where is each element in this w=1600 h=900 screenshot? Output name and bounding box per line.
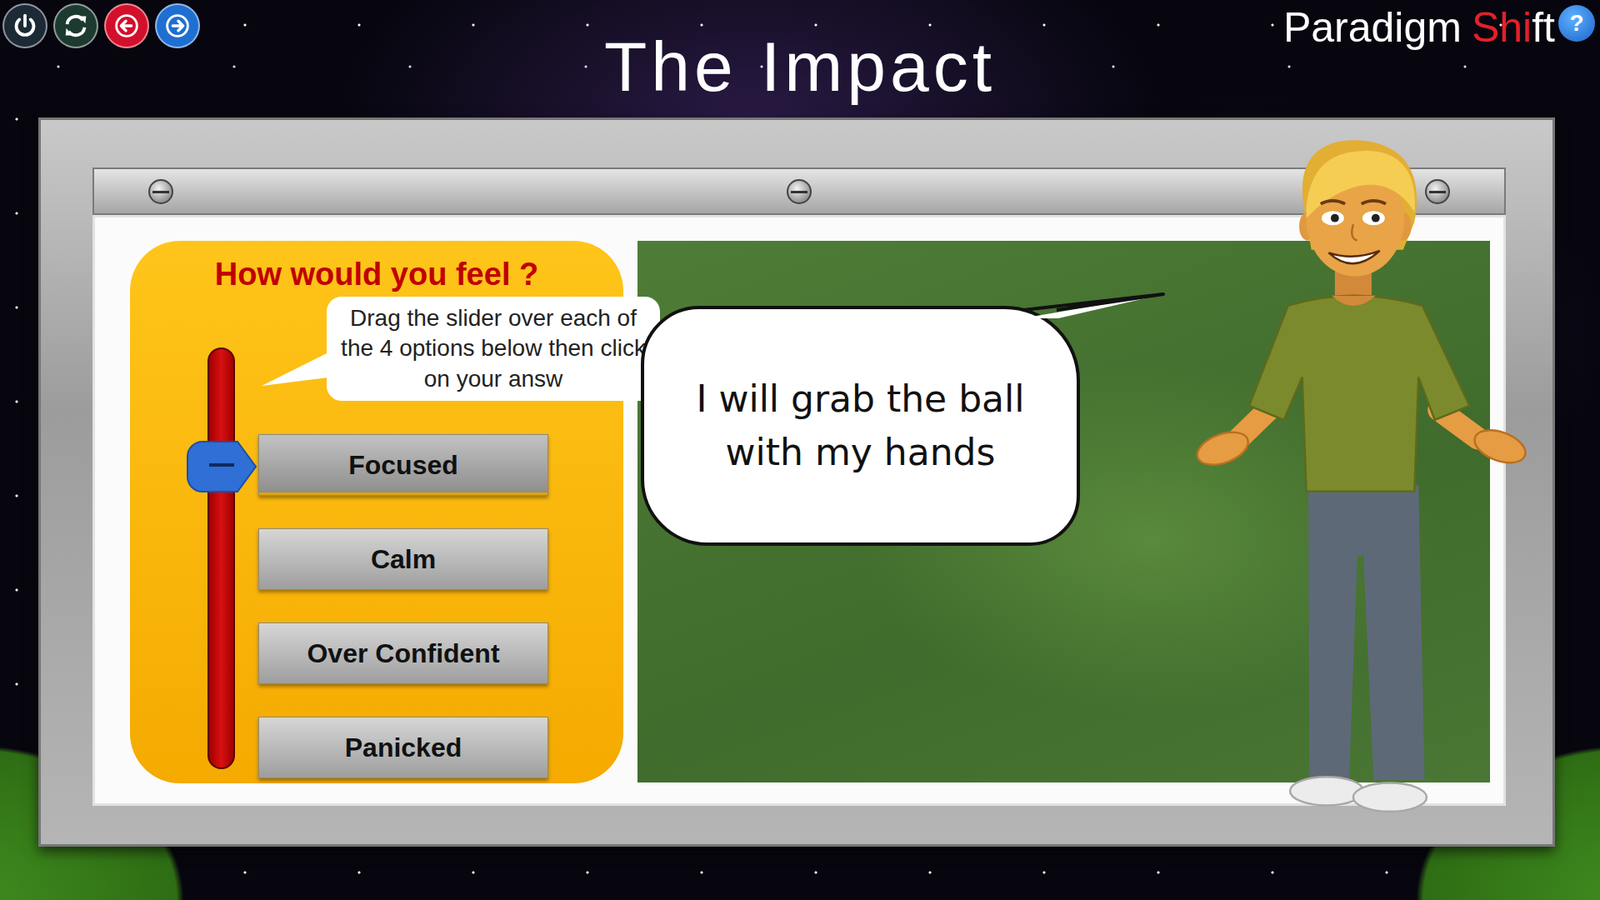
board-top-bar (92, 167, 1506, 215)
refresh-button[interactable] (53, 3, 99, 49)
option-button[interactable]: Focused (258, 434, 549, 496)
speech-bubble: I will grab the ball with my hands (640, 305, 1080, 546)
back-button[interactable] (104, 3, 150, 49)
screen: The Impact ParadigmShift How would you fee… (0, 0, 1600, 900)
forward-button[interactable] (155, 3, 200, 49)
screw-icon (786, 179, 812, 205)
option-button[interactable]: Calm (258, 528, 549, 590)
question-body: Focused Calm Over Confident Panicked (130, 347, 624, 779)
option-button[interactable]: Panicked (258, 716, 549, 779)
screw-icon (1425, 179, 1450, 205)
slider-handle-icon (185, 440, 258, 494)
hint-tail-icon (261, 348, 329, 390)
slider-track[interactable] (207, 347, 235, 770)
page-title: The Impact (604, 31, 996, 102)
forward-arrow-icon (161, 10, 194, 42)
question-panel: How would you feel ?Drag the slider over… (130, 240, 624, 784)
screw-icon (148, 179, 174, 205)
back-arrow-icon (110, 10, 143, 42)
nav-bar (0, 0, 605, 49)
logo: ParadigmShift (1283, 5, 1555, 51)
option-button[interactable]: Over Confident (258, 622, 549, 685)
question-heading: How would you feel ? (130, 255, 624, 293)
header: The Impact ParadigmShift (0, 0, 1600, 118)
slider-handle[interactable] (185, 440, 258, 494)
hint-bubble: Drag the slider over each of the 4 optio… (326, 296, 660, 401)
help-button[interactable]: ? (1558, 5, 1595, 42)
presenter-character-icon (1194, 137, 1541, 826)
option-list: Focused Calm Over Confident Panicked (258, 347, 549, 779)
power-icon (9, 10, 41, 42)
power-button[interactable] (2, 3, 48, 49)
speech-tail-icon (1000, 283, 1184, 334)
refresh-icon (60, 10, 92, 42)
